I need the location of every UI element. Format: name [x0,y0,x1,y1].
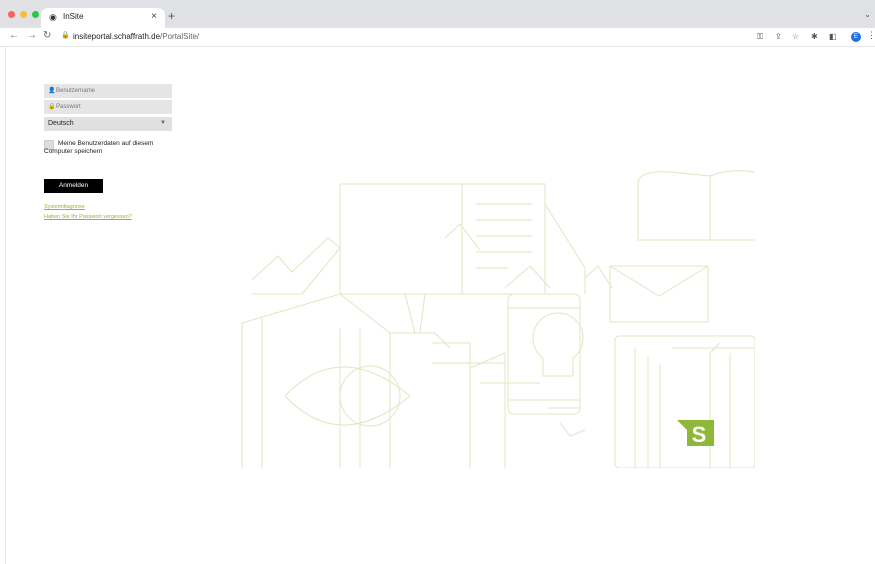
username-placeholder: Benutzername [56,87,96,94]
side-panel-icon[interactable]: ◧ [829,32,837,41]
window-close-button[interactable] [8,11,15,18]
lock-icon[interactable]: 🔒 [61,31,70,39]
extensions-icon[interactable]: ✱ [811,32,818,41]
bookmark-star-icon[interactable]: ☆ [792,32,799,41]
system-diagnosis-link[interactable]: Systemdiagnose [44,204,85,210]
reload-icon[interactable]: ↻ [43,30,51,42]
menu-dots-icon[interactable]: ⋮ [867,30,875,41]
share-icon[interactable]: ⇪ [775,32,782,41]
lock-icon: 🔒 [48,104,56,110]
window-minimize-button[interactable] [20,11,27,18]
remember-label-line1: Meine Benutzerdaten auf diesem [58,140,154,147]
browser-toolbar: ← → ↻ 🔒 insiteportal.schaffrath.de/Porta… [0,28,875,47]
browser-tab[interactable]: ◉ InSite × [41,8,165,28]
language-value: Deutsch [48,120,74,127]
password-field[interactable]: 🔒 Passwort [44,100,172,114]
address-bar[interactable]: 🔒 insiteportal.schaffrath.de/PortalSite/ [58,29,868,44]
password-placeholder: Passwort [56,103,81,110]
page-edge [5,47,6,564]
chevron-down-icon: ▼ [160,120,166,126]
window-maximize-button[interactable] [32,11,39,18]
back-arrow-icon[interactable]: ← [9,30,19,42]
url-host: insiteportal.schaffrath.de [73,32,161,41]
schaffrath-logo: S [677,420,714,447]
background-illustration: S [241,170,755,468]
new-tab-button[interactable]: + [168,10,175,22]
language-select[interactable]: Deutsch ▼ [44,117,172,131]
tab-search-chevron-icon[interactable]: ⌄ [864,10,871,19]
login-button[interactable]: Anmelden [44,179,103,193]
url-text: insiteportal.schaffrath.de/PortalSite/ [73,32,199,41]
key-icon[interactable]: ⚿ [757,32,763,41]
forgot-password-link[interactable]: Haben Sie Ihr Passwort vergessen? [44,214,132,220]
tab-title: InSite [63,12,84,21]
remember-label-line2: Computer speichern [44,148,103,155]
forward-arrow-icon[interactable]: → [27,30,37,42]
username-field[interactable]: 👤 Benutzername [44,84,172,98]
user-icon: 👤 [48,88,56,94]
browser-titlebar: ◉ InSite × + ⌄ [0,0,875,28]
tab-close-icon[interactable]: × [151,11,157,22]
globe-icon: ◉ [49,12,57,22]
logo-letter: S [692,422,707,447]
url-path: /PortalSite/ [160,32,200,41]
profile-avatar[interactable]: E [851,32,861,42]
